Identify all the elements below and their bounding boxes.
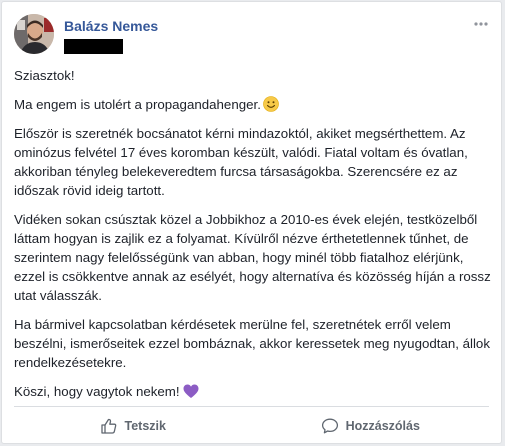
post-paragraph: Sziasztok!: [14, 66, 496, 85]
comment-label: Hozzászólás: [345, 418, 420, 433]
author-name[interactable]: Balázs Nemes: [64, 18, 158, 34]
thumbs-up-icon: [100, 418, 116, 434]
post-actions: Tetszik Hozzászólás: [14, 407, 489, 444]
like-label: Tetszik: [124, 418, 166, 433]
purple-heart-emoji-icon: [183, 384, 199, 399]
post-paragraph: Először is szeretnék bocsánatot kérni mi…: [14, 124, 496, 200]
paragraph-text: Köszi, hogy vagytok nekem!: [14, 384, 180, 399]
post-paragraph: Ha bármivel kapcsolatban kérdésetek merü…: [14, 315, 496, 372]
post-body: Sziasztok! Ma engem is utolért a propaga…: [14, 66, 496, 411]
greeting-text: Sziasztok!: [14, 68, 75, 83]
more-options-icon[interactable]: [473, 16, 489, 32]
avatar[interactable]: [14, 14, 54, 54]
redacted-timestamp: [64, 39, 123, 54]
like-button[interactable]: Tetszik: [14, 407, 252, 444]
paragraph-text: Ha bármivel kapcsolatban kérdésetek merü…: [14, 317, 490, 370]
post-paragraph: Köszi, hogy vagytok nekem!: [14, 382, 496, 401]
smiley-emoji-icon: [263, 96, 279, 112]
paragraph-text: Először is szeretnék bocsánatot kérni mi…: [14, 126, 468, 198]
post-header: Balázs Nemes: [14, 14, 489, 58]
profile-photo-icon: [14, 14, 54, 54]
comment-button[interactable]: Hozzászólás: [252, 407, 490, 444]
paragraph-text: Vidéken sokan csúsztak közel a Jobbikhoz…: [14, 212, 491, 303]
paragraph-text: Ma engem is utolért a propagandahenger.: [14, 97, 261, 112]
post-paragraph: Vidéken sokan csúsztak közel a Jobbikhoz…: [14, 210, 496, 305]
comment-icon: [321, 418, 338, 433]
post-paragraph: Ma engem is utolért a propagandahenger.: [14, 95, 496, 114]
post-card: Balázs Nemes Sziasztok! Ma engem is utol…: [1, 1, 502, 444]
